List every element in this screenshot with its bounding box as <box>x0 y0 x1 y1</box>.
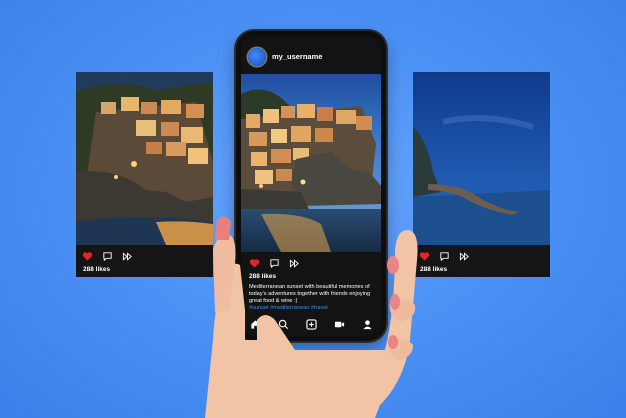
comment-icon[interactable] <box>269 258 280 269</box>
post-image-right <box>413 72 550 245</box>
home-icon[interactable] <box>250 319 261 330</box>
share-icon[interactable] <box>289 258 300 269</box>
post-footer-left: 288 likes <box>76 245 213 277</box>
post-header: my_username <box>241 36 381 74</box>
share-icon[interactable] <box>459 251 470 262</box>
add-post-icon[interactable] <box>305 318 317 330</box>
post-footer-right: 288 likes <box>413 245 550 277</box>
comment-icon[interactable] <box>102 251 113 262</box>
post-caption: Mediterranean sunset with beautiful memo… <box>249 284 371 304</box>
comment-icon[interactable] <box>439 251 450 262</box>
likes-count: 288 likes <box>83 266 111 273</box>
avatar[interactable] <box>248 48 266 66</box>
profile-icon[interactable] <box>362 319 373 330</box>
post-actions <box>249 258 300 269</box>
post-image-left <box>76 72 213 245</box>
post-card-left: 288 likes <box>76 72 213 277</box>
post-image <box>241 74 381 252</box>
heart-icon[interactable] <box>82 251 93 262</box>
phone-screen: my_username 288 likes Mediterranean suns… <box>241 36 381 336</box>
likes-count: 288 likes <box>420 266 448 273</box>
search-icon[interactable] <box>278 319 289 330</box>
heart-icon[interactable] <box>249 258 260 269</box>
reels-icon[interactable] <box>334 319 345 330</box>
smartphone: my_username 288 likes Mediterranean suns… <box>236 31 386 341</box>
share-icon[interactable] <box>122 251 133 262</box>
post-hashtags[interactable]: #sunset #mediterranean #travel <box>249 305 373 311</box>
likes-count: 288 likes <box>249 273 277 280</box>
post-card-right: 288 likes <box>413 72 550 277</box>
heart-icon[interactable] <box>419 251 430 262</box>
bottom-nav <box>241 312 381 336</box>
username[interactable]: my_username <box>272 52 322 61</box>
